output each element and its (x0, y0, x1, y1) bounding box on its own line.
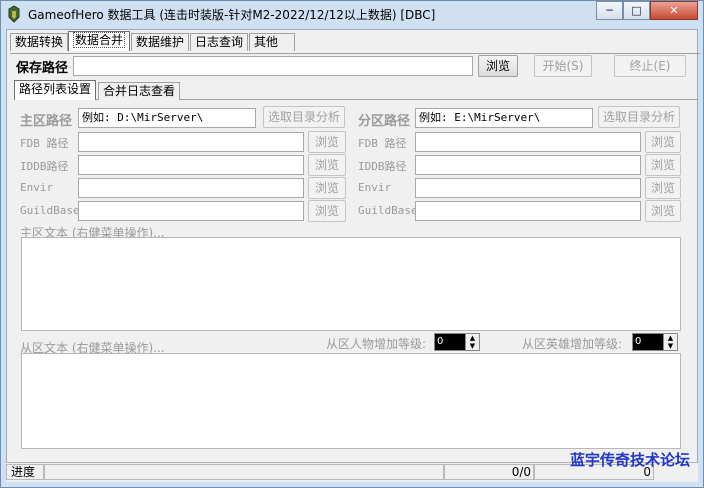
tab-log-query[interactable]: 日志查询 (190, 33, 249, 51)
progress-bar (44, 464, 444, 480)
main-analyze-button[interactable]: 选取目录分析 (263, 106, 345, 128)
progress-label: 进度 (6, 464, 44, 480)
sub-iddb-input[interactable] (415, 155, 641, 175)
tab-data-merge-label: 数据合并 (73, 32, 126, 48)
sub-fdb-label: FDB 路径 (358, 137, 407, 150)
player-level-label: 从区人物增加等级: (326, 337, 427, 351)
tab-data-convert[interactable]: 数据转换 (10, 33, 69, 51)
hero-level-arrows[interactable]: ▲ ▼ (663, 334, 677, 350)
main-envir-browse-button[interactable]: 浏览 (308, 177, 346, 199)
player-level-value: 0 (437, 336, 444, 347)
sub-guildbase-browse-button[interactable]: 浏览 (645, 200, 681, 222)
forum-watermark: 蓝宇传奇技术论坛 (570, 451, 691, 469)
main-path-input[interactable]: 例如: D:\MirServer\ (78, 108, 256, 128)
title-bar[interactable]: GameofHero 数据工具 (连击时装版-针对M2-2022/12/12以上… (0, 0, 704, 28)
sub-iddb-browse-button[interactable]: 浏览 (645, 154, 681, 176)
main-iddb-browse-button[interactable]: 浏览 (308, 154, 346, 176)
sub-envir-label: Envir (358, 181, 392, 194)
save-path-browse-button[interactable]: 浏览 (478, 55, 518, 77)
save-path-input[interactable] (73, 56, 473, 76)
spin-down-icon[interactable]: ▼ (664, 342, 677, 350)
sub-fdb-input[interactable] (415, 132, 641, 152)
main-envir-label: Envir (20, 181, 54, 194)
minimize-button[interactable]: ─ (596, 1, 623, 20)
progress-count: 0/0 (444, 464, 534, 480)
main-path-label: 主区路径 (20, 114, 73, 129)
save-path-label: 保存路径 (16, 61, 69, 76)
sub-iddb-label: IDDB路径 (358, 160, 407, 173)
main-fdb-label: FDB 路径 (20, 137, 69, 150)
spin-down-icon[interactable]: ▼ (466, 342, 479, 350)
sub-fdb-browse-button[interactable]: 浏览 (645, 131, 681, 153)
player-level-arrows[interactable]: ▲ ▼ (465, 334, 479, 350)
main-fdb-browse-button[interactable]: 浏览 (308, 131, 346, 153)
player-level-value-field[interactable]: 0 (435, 334, 467, 350)
hero-level-label: 从区英雄增加等级: (522, 337, 623, 351)
spin-up-icon[interactable]: ▲ (466, 334, 479, 342)
window-title: GameofHero 数据工具 (连击时装版-针对M2-2022/12/12以上… (28, 8, 436, 22)
app-logo-icon (8, 5, 20, 23)
sub-envir-input[interactable] (415, 178, 641, 198)
maximize-button[interactable]: □ (623, 1, 650, 20)
main-guildbase-browse-button[interactable]: 浏览 (308, 200, 346, 222)
hero-level-value: 0 (635, 336, 642, 347)
close-button[interactable]: ✕ (650, 1, 698, 20)
tab-data-merge[interactable]: 数据合并 (68, 31, 131, 51)
start-button[interactable]: 开始(S) (534, 55, 592, 77)
main-envir-input[interactable] (78, 178, 304, 198)
tab-merge-log[interactable]: 合并日志查看 (98, 82, 181, 100)
hero-level-value-field[interactable]: 0 (633, 334, 665, 350)
main-guildbase-input[interactable] (78, 201, 304, 221)
main-iddb-input[interactable] (78, 155, 304, 175)
player-level-spinner[interactable]: 0 ▲ ▼ (434, 333, 480, 351)
sub-envir-browse-button[interactable]: 浏览 (645, 177, 681, 199)
spin-up-icon[interactable]: ▲ (664, 334, 677, 342)
sub-text-area[interactable] (21, 353, 681, 449)
sub-path-input[interactable]: 例如: E:\MirServer\ (415, 108, 593, 128)
main-guildbase-label: GuildBase (20, 204, 80, 217)
hero-level-spinner[interactable]: 0 ▲ ▼ (632, 333, 678, 351)
tab-path-list[interactable]: 路径列表设置 (14, 80, 97, 100)
main-iddb-label: IDDB路径 (20, 160, 69, 173)
stop-button[interactable]: 终止(E) (614, 55, 686, 77)
sub-path-label: 分区路径 (358, 114, 411, 129)
tab-data-maintain[interactable]: 数据维护 (131, 33, 190, 51)
main-fdb-input[interactable] (78, 132, 304, 152)
tab-other[interactable]: 其他 (249, 33, 295, 51)
sub-guildbase-input[interactable] (415, 201, 641, 221)
sub-guildbase-label: GuildBase (358, 204, 418, 217)
sub-analyze-button[interactable]: 选取目录分析 (598, 106, 680, 128)
main-text-area[interactable] (21, 237, 681, 331)
